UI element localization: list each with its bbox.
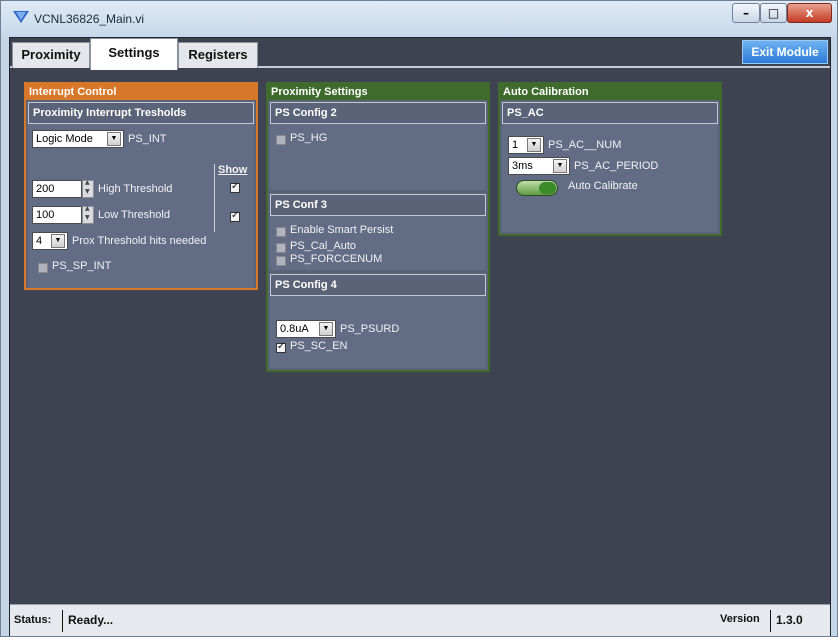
application-window: VCNL36826_Main.vi – □ x Proximity Settin… bbox=[0, 0, 838, 637]
high-threshold-input[interactable]: 200 bbox=[32, 180, 82, 198]
ps-hg-checkbox[interactable] bbox=[276, 135, 286, 145]
exit-module-button[interactable]: Exit Module bbox=[742, 40, 828, 64]
status-label: Status: bbox=[14, 614, 52, 626]
ac-num-label: PS_AC__NUM bbox=[548, 139, 622, 151]
ps-config2-title: PS Config 2 bbox=[270, 102, 486, 124]
proximity-settings-box: Proximity Settings PS Config 2 PS_HG PS … bbox=[266, 82, 490, 372]
chevron-down-icon: ▼ bbox=[107, 132, 121, 146]
status-value: Ready... bbox=[68, 613, 114, 627]
hits-needed-value: 4 bbox=[36, 235, 43, 247]
ps-int-label: PS_INT bbox=[128, 133, 167, 145]
show-divider bbox=[214, 164, 215, 232]
title-bar[interactable]: VCNL36826_Main.vi – □ x bbox=[1, 1, 837, 37]
chevron-down-icon: ▼ bbox=[527, 138, 541, 152]
chevron-down-icon: ▼ bbox=[553, 159, 567, 173]
sc-en-checkbox[interactable] bbox=[276, 341, 286, 353]
auto-calibration-title: Auto Calibration bbox=[500, 84, 720, 100]
logic-mode-select[interactable]: Logic Mode ▼ bbox=[32, 130, 124, 148]
minimize-icon: – bbox=[743, 6, 749, 20]
smart-persist-checkbox[interactable] bbox=[276, 227, 286, 237]
show-low-checkbox[interactable] bbox=[230, 210, 240, 222]
close-button[interactable]: x bbox=[787, 3, 832, 23]
status-separator bbox=[62, 610, 63, 632]
forccenum-label: PS_FORCCENUM bbox=[290, 253, 383, 265]
close-icon: x bbox=[805, 6, 814, 20]
show-high-checkbox[interactable] bbox=[230, 181, 240, 193]
ps-sp-int-checkbox[interactable] bbox=[38, 263, 48, 273]
status-bar: Status: Ready... Version 1.3.0 bbox=[10, 604, 830, 636]
smart-persist-label: Enable Smart Persist bbox=[290, 224, 394, 236]
settings-panel: Interrupt Control Proximity Interrupt Tr… bbox=[10, 70, 830, 604]
tab-registers[interactable]: Registers bbox=[178, 42, 258, 68]
ac-period-value: 3ms bbox=[512, 160, 533, 172]
tab-settings[interactable]: Settings bbox=[90, 38, 178, 70]
psurd-select[interactable]: 0.8uA ▼ bbox=[276, 320, 336, 338]
hits-needed-label: Prox Threshold hits needed bbox=[72, 235, 207, 247]
hits-needed-select[interactable]: 4 ▼ bbox=[32, 232, 68, 250]
high-threshold-spinner[interactable] bbox=[82, 179, 94, 198]
maximize-icon: □ bbox=[767, 6, 780, 20]
toggle-knob bbox=[539, 182, 556, 194]
ac-period-select[interactable]: 3ms ▼ bbox=[508, 157, 570, 175]
cal-auto-label: PS_Cal_Auto bbox=[290, 240, 357, 252]
auto-calibrate-label: Auto Calibrate bbox=[568, 180, 638, 192]
high-threshold-label: High Threshold bbox=[98, 183, 173, 195]
auto-calibrate-toggle[interactable] bbox=[516, 180, 558, 196]
ps-config4-title: PS Config 4 bbox=[270, 274, 486, 296]
version-value: 1.3.0 bbox=[776, 613, 803, 627]
interrupt-control-box: Interrupt Control Proximity Interrupt Tr… bbox=[24, 82, 258, 290]
version-separator bbox=[770, 610, 771, 632]
low-threshold-label: Low Threshold bbox=[98, 209, 170, 221]
chevron-down-icon: ▼ bbox=[51, 234, 65, 248]
app-logo-icon bbox=[13, 11, 29, 23]
proximity-interrupt-thresholds-title: Proximity Interrupt Tresholds bbox=[28, 102, 254, 124]
window-title: VCNL36826_Main.vi bbox=[34, 12, 145, 26]
psurd-value: 0.8uA bbox=[280, 323, 309, 335]
show-label: Show bbox=[218, 164, 248, 176]
ac-period-label: PS_AC_PERIOD bbox=[574, 160, 659, 172]
interrupt-control-title: Interrupt Control bbox=[26, 84, 256, 100]
ps-hg-label: PS_HG bbox=[290, 132, 328, 144]
chevron-down-icon: ▼ bbox=[319, 322, 333, 336]
tab-proximity[interactable]: Proximity bbox=[12, 42, 90, 68]
low-threshold-input[interactable]: 100 bbox=[32, 206, 82, 224]
cal-auto-checkbox[interactable] bbox=[276, 243, 286, 253]
tab-bar: Proximity Settings Registers Exit Module bbox=[10, 38, 830, 70]
ps-ac-title: PS_AC bbox=[502, 102, 718, 124]
proximity-settings-title: Proximity Settings bbox=[268, 84, 488, 100]
version-label: Version bbox=[720, 613, 760, 625]
sc-en-label: PS_SC_EN bbox=[290, 340, 348, 352]
maximize-button[interactable]: □ bbox=[760, 3, 787, 23]
client-area: Proximity Settings Registers Exit Module… bbox=[9, 37, 831, 636]
auto-calibration-box: Auto Calibration PS_AC 1 ▼ PS_AC__NUM 3m… bbox=[498, 82, 722, 236]
psurd-label: PS_PSURD bbox=[340, 323, 400, 335]
forccenum-checkbox[interactable] bbox=[276, 256, 286, 266]
low-threshold-spinner[interactable] bbox=[82, 205, 94, 224]
minimize-button[interactable]: – bbox=[732, 3, 760, 23]
ps-conf3-title: PS Conf 3 bbox=[270, 194, 486, 216]
ps-sp-int-label: PS_SP_INT bbox=[52, 260, 112, 272]
logic-mode-value: Logic Mode bbox=[36, 133, 93, 145]
ac-num-value: 1 bbox=[512, 139, 519, 151]
ac-num-select[interactable]: 1 ▼ bbox=[508, 136, 544, 154]
